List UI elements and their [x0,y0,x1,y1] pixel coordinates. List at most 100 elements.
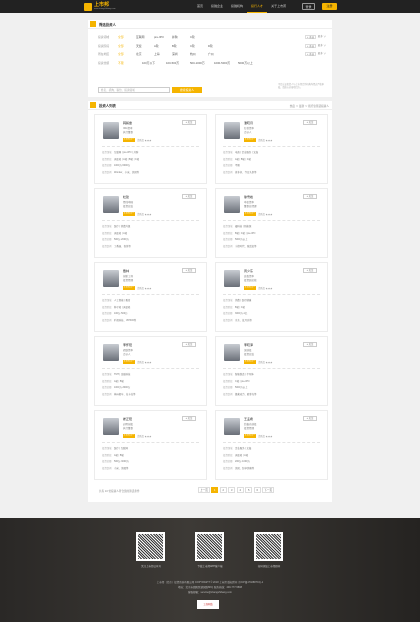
investor-name[interactable]: 李怀阳 [123,343,132,347]
filter-row: 所在地区 全部 北京 上海 深圳 杭州 广州 + 多选 更多 ∨ [98,51,328,57]
investor-card[interactable]: 崔正阳 启明创投 执行董事 认证投资人 活跃度 ★★★ + 关注 投资领域 医疗 | 互联网投… [94,410,207,480]
investor-card[interactable]: 周少东 高瓴资本 投资副总裁 认证投资人 活跃度 ★★★ + 关注 投资领域 消费 | 医疗健… [215,262,328,332]
filter-option[interactable]: 500-1000万 [190,60,214,66]
avatar[interactable] [224,122,240,139]
search-button[interactable]: 搜索投资人 [172,87,202,93]
investor-card[interactable]: 杜建 经纬中国 投资总监 认证投资人 活跃度 ★★★ + 关注 投资领域 医疗 | 消费升级投… [94,188,207,258]
avatar[interactable] [224,270,240,287]
follow-button[interactable]: + 关注 [182,342,196,347]
follow-button[interactable]: + 关注 [303,194,317,199]
filter-option[interactable]: 上海 [154,51,172,57]
investor-name[interactable]: 徐雪峰 [244,195,253,199]
follow-button[interactable]: + 关注 [303,268,317,273]
investor-name[interactable]: 韩毅章 [123,121,132,125]
page-link[interactable]: 2 [219,487,227,493]
filter-option[interactable]: 互联网 [136,34,154,40]
nav-institutions[interactable]: 投融机构 [227,0,247,13]
sort-options[interactable]: 热度 ∨ 最新 ∨ 按行业筛选投资人 [290,104,329,108]
investor-card[interactable]: 李怀阳 君联资本 合伙人 认证投资人 活跃度 ★★★ + 关注 投资领域 TMT | 金融科技… [94,336,207,406]
filter-option[interactable]: 5000万以上 [238,60,262,66]
filter-option[interactable]: 100万以下 [142,60,166,66]
avatar[interactable] [103,418,119,435]
page-link[interactable]: 上一页 [198,487,210,493]
investor-name[interactable]: 杜建 [123,195,129,199]
nav-investors[interactable]: 投行人才 [247,0,268,13]
filter-option[interactable]: 100-500万 [166,60,190,66]
avatar[interactable] [224,196,240,213]
login-button[interactable]: 登录 [302,3,315,10]
investor-card[interactable]: 韩毅章 IDG资本 执行董事 认证投资人 活跃度 ★★★ + 关注 投资领域 互联网 | pr… [94,114,207,184]
multi-select-button[interactable]: + 多选 [304,35,316,39]
field-value: 1000万-5000万 [114,164,131,167]
filter-option[interactable]: 杭州 [190,51,208,57]
filter-option[interactable]: 深圳 [172,51,190,57]
investor-name[interactable]: 崔正阳 [123,417,132,421]
filter-option[interactable]: 全部 [118,43,136,49]
investor-name[interactable]: 李晓泽 [244,343,253,347]
avatar[interactable] [224,418,240,435]
filter-option[interactable]: 天使 [136,43,154,49]
field-label: 投资领域 [223,299,233,302]
investor-name[interactable]: 王孟希 [244,417,253,421]
filter-option[interactable]: 1000-5000万 [214,60,238,66]
filter-option[interactable]: 不限 [118,60,142,66]
field-value: 拼多多、今日头条等 [235,170,257,174]
more-options-button[interactable]: 更多 ∨ [318,51,326,57]
qr-label: 扫码添加上市邦顾问 [257,565,281,568]
follow-button[interactable]: + 关注 [182,268,196,273]
multi-select-button[interactable]: + 多选 [304,43,316,48]
filter-option[interactable]: 并购 [172,34,190,40]
nav-about[interactable]: 关于上市邦 [267,0,290,13]
field-value: 500万-3000万 [114,460,129,463]
investor-name[interactable]: 潘晓月 [244,121,253,125]
avatar[interactable] [224,344,240,361]
site-logo[interactable]: 上市邦 www.shangshibang.com [84,2,116,11]
filter-option[interactable]: 全部 [118,34,136,40]
follow-button[interactable]: + 关注 [182,120,196,125]
follow-button[interactable]: + 关注 [303,120,317,125]
investor-field: 投资领域 人工智能 | 教育 [102,298,202,302]
investor-card[interactable]: 王孟希 北极光创投 投资经理 认证投资人 活跃度 ★★★ + 关注 投资领域 企业服务 | 文… [215,410,328,480]
filter-option[interactable]: C轮 [190,34,208,40]
field-value: 神州租车、拉卡拉等 [114,392,136,396]
investor-name[interactable]: 周少东 [244,269,253,273]
avatar[interactable] [103,196,119,213]
filter-option[interactable]: 全部 [118,51,136,57]
follow-button[interactable]: + 关注 [303,342,317,347]
follow-button[interactable]: + 关注 [303,416,317,421]
gov-badge-icon[interactable]: 工商网监 [197,600,219,609]
nav-companies[interactable]: 投融企业 [207,0,227,13]
page-link[interactable]: 下一页 [262,487,275,493]
filter-option[interactable]: C轮 [190,43,208,49]
filter-option[interactable]: pre-IPO [154,34,172,40]
investor-card[interactable]: 李晓泽 深创投 投资总监 认证投资人 活跃度 ★★★ + 关注 投资领域 智能制造 | 半导体… [215,336,328,406]
avatar[interactable] [103,122,119,139]
field-value: A轮 | B轮 | C轮 [235,157,251,161]
page-link[interactable]: 3 [228,487,236,493]
more-options-button[interactable]: 更多 ∨ [318,43,326,49]
filter-option[interactable]: D轮 [208,43,226,49]
avatar[interactable] [103,270,119,287]
search-input[interactable]: 姓名、机构、职位、投资领域 [98,87,170,93]
investor-card[interactable]: 戴林 创新工场 投资经理 认证投资人 活跃度 ★★★ + 关注 投资领域 人工智能 | 教育投… [94,262,207,332]
filter-option[interactable]: B轮 [172,43,190,49]
investor-name[interactable]: 戴林 [123,269,129,273]
nav-home[interactable]: 首页 [193,0,207,13]
filter-option[interactable]: 广州 [208,51,226,57]
filter-option[interactable]: A轮 [154,43,172,49]
avatar[interactable] [103,344,119,361]
follow-button[interactable]: + 关注 [182,416,196,421]
investor-card[interactable]: 潘晓月 红杉资本 合伙人 认证投资人 活跃度 ★★★ + 关注 投资领域 电商 | 企业服务 … [215,114,328,184]
register-button[interactable]: 注册 [322,3,337,10]
filter-option[interactable]: 北京 [136,51,154,57]
more-options-button[interactable]: 更多 ∨ [318,34,326,40]
investor-card[interactable]: 徐雪峰 中金资本 董事总经理 认证投资人 活跃度 ★★★ + 关注 投资领域 硬科技 | 新能… [215,188,328,258]
page-link[interactable]: 5 [245,487,253,493]
page-link[interactable]: 4 [236,487,244,493]
field-label: 投资领域 [102,447,112,450]
page-link[interactable]: 1 [211,487,219,493]
multi-select-button[interactable]: + 多选 [304,52,316,56]
follow-button[interactable]: + 关注 [182,194,196,199]
page-link[interactable]: 6 [253,487,261,493]
investor-field: 投资案例 神州租车、拉卡拉等 [102,392,202,396]
